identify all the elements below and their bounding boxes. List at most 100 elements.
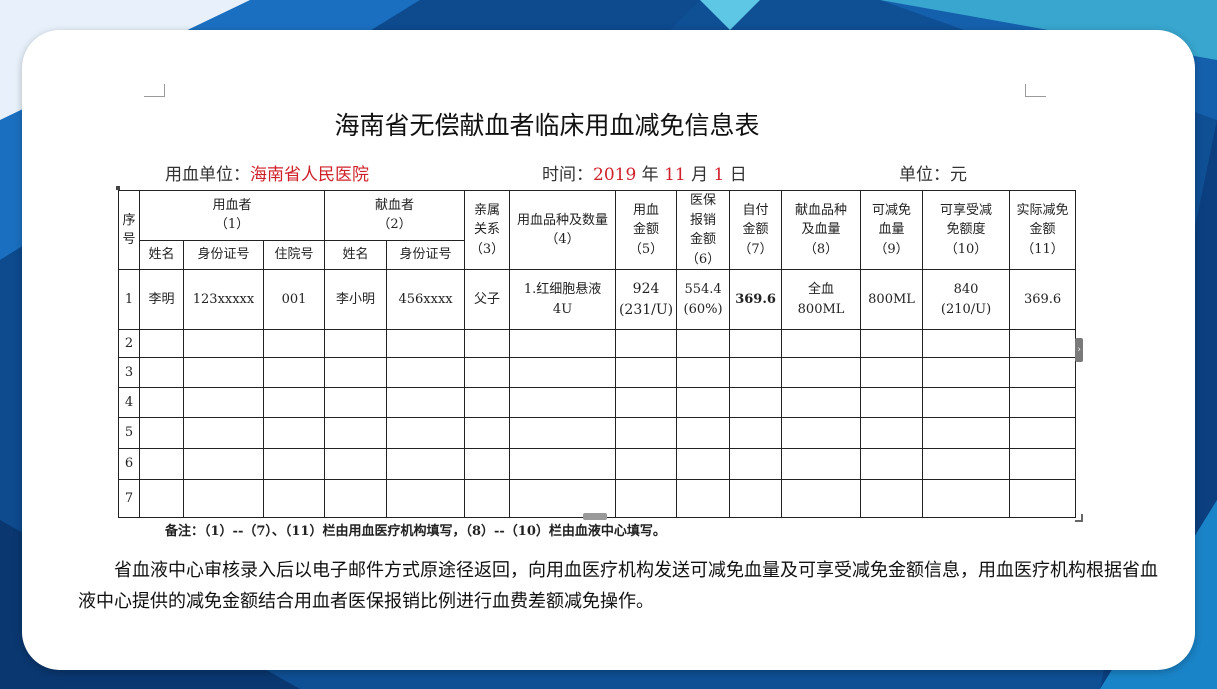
form-date: 时间：2019 年 11 月 1 日 <box>542 160 747 185</box>
year-suffix: 年 <box>636 165 665 185</box>
selfpay-amount: 369.6 <box>729 269 783 330</box>
row-seq: 3 <box>118 357 140 388</box>
header-selfpay: 自付金额 （7） <box>729 190 783 270</box>
header-donor-text: 献血者 <box>375 197 415 213</box>
table-row: 2 <box>118 329 1077 358</box>
header-reducible-no: （9） <box>874 241 909 257</box>
header-reducible: 可减免血量 （9） <box>860 190 924 270</box>
table-row: 5 <box>118 417 1077 449</box>
table-row: 1 李明 123xxxxx 001 李小明 456xxxx 父子 1.红细胞悬液… <box>118 269 1077 330</box>
month-suffix: 月 <box>685 165 714 185</box>
header-actual-no: （11） <box>1021 241 1064 257</box>
donated-blood-volume: 800ML <box>797 301 845 317</box>
header-reducible-text: 可减免血量 <box>872 202 912 238</box>
table-row: 6 <box>118 448 1077 480</box>
header-insurance: 医保报销金额 （6） <box>676 190 731 270</box>
header-actual: 实际减免金额 （11） <box>1009 190 1077 270</box>
currency-unit: 单位：元 <box>899 165 967 185</box>
day-suffix: 日 <box>724 165 747 185</box>
table-row: 7 <box>118 479 1077 518</box>
entitled-unit-price: (210/U) <box>940 301 992 317</box>
donor-id: 456xxxx <box>386 269 466 330</box>
blood-product-line1: 1.红细胞悬液 <box>523 282 602 297</box>
page-corner-mark <box>144 84 165 97</box>
header-recipient-text: 用血者 <box>212 197 252 213</box>
header-recipient: 用血者 （1） <box>138 190 326 241</box>
insurance-ratio: (60%) <box>683 301 723 317</box>
donated-blood-type: 全血 <box>808 282 835 297</box>
blood-product: 1.红细胞悬液 4U <box>509 269 617 330</box>
year: 2019 <box>593 165 637 185</box>
recipient-name: 李明 <box>139 269 184 330</box>
header-amount: 用血金额 （5） <box>615 190 678 270</box>
header-relation-text: 亲属关系 <box>474 202 501 238</box>
month: 11 <box>664 165 686 185</box>
donor-name: 李小明 <box>324 269 388 330</box>
table-row-resize-handle[interactable] <box>583 513 607 520</box>
header-recipient-id: 身份证号 <box>183 239 264 271</box>
row-seq: 4 <box>118 387 140 418</box>
row-seq: 2 <box>118 329 140 358</box>
description-paragraph: 省血液中心审核录入后以电子邮件方式原途径返回，向用血医疗机构发送可减免血量及可享… <box>78 560 1158 612</box>
day: 1 <box>713 165 725 185</box>
row-seq: 6 <box>118 448 140 480</box>
insurance-amount: 554.4 (60%) <box>676 269 731 330</box>
unit-label: 用血单位： <box>165 165 250 185</box>
header-relation-no: （3） <box>469 241 505 257</box>
header-recipient-no: （1） <box>214 217 250 233</box>
header-entitled-text: 可享受减免额度 <box>940 202 993 238</box>
table-column-resize-handle[interactable]: › <box>1075 338 1083 362</box>
header-recipient-name: 姓名 <box>139 239 184 271</box>
blood-amount-unit-price: (231/U) <box>618 301 674 318</box>
header-selfpay-no: （7） <box>738 241 773 257</box>
insurance-amount-value: 554.4 <box>684 282 722 297</box>
header-insurance-no: （6） <box>685 251 721 267</box>
header-donated: 献血品种及血量 （8） <box>781 190 862 270</box>
document-card: 海南省无偿献血者临床用血减免信息表 用血单位：海南省人民医院 时间：2019 年… <box>22 30 1195 670</box>
header-inpatient-no: 住院号 <box>262 239 326 271</box>
time-label: 时间： <box>542 165 593 185</box>
page-corner-mark <box>1025 84 1046 97</box>
unit-value: 海南省人民医院 <box>250 165 369 185</box>
header-insurance-text: 医保报销金额 <box>690 193 717 247</box>
inpatient-no: 001 <box>262 269 326 330</box>
row-seq: 7 <box>118 479 140 518</box>
header-amount-no: （5） <box>628 241 664 257</box>
header-selfpay-text: 自付金额 <box>742 202 769 238</box>
table-row: 3 <box>118 357 1077 388</box>
header-entitled-no: （10） <box>944 241 988 257</box>
header-amount-text: 用血金额 <box>633 202 660 238</box>
row-seq: 1 <box>118 269 140 330</box>
header-donor-no: （2） <box>377 217 412 233</box>
header-donated-text: 献血品种及血量 <box>795 202 848 238</box>
header-donated-no: （8） <box>803 241 839 257</box>
reducible-volume: 800ML <box>860 269 924 330</box>
header-product-text: 用血品种及数量 <box>517 212 609 228</box>
recipient-id: 123xxxxx <box>183 269 264 330</box>
hospital-unit: 用血单位：海南省人民医院 <box>165 160 369 185</box>
blood-reduction-table: 序号 用血者 （1） 献血者 （2） 亲属关系 （3） 用血品种及数量 （4） 用血金额… <box>118 190 1077 518</box>
blood-product-line2: 4U <box>552 301 573 317</box>
blood-amount-value: 924 <box>632 280 660 297</box>
header-actual-text: 实际减免金额 <box>1016 202 1069 238</box>
blood-amount: 924 (231/U) <box>615 269 678 330</box>
header-seq: 序号 <box>118 190 140 270</box>
header-product: 用血品种及数量 （4） <box>509 190 617 270</box>
document-title: 海南省无偿献血者临床用血减免信息表 <box>334 111 760 140</box>
header-relation: 亲属关系 （3） <box>464 190 511 270</box>
header-seq-text: 序号 <box>122 212 136 248</box>
donated-blood: 全血 800ML <box>781 269 862 330</box>
header-donor-name: 姓名 <box>324 239 388 271</box>
actual-reduction: 369.6 <box>1009 269 1077 330</box>
header-product-no: （4） <box>545 232 580 247</box>
header-donor: 献血者 （2） <box>324 190 466 241</box>
table-row: 4 <box>118 387 1077 418</box>
entitled-amount-value: 840 <box>953 282 979 297</box>
entitled-amount: 840 (210/U) <box>922 269 1011 330</box>
relation: 父子 <box>464 269 511 330</box>
table-resize-grip[interactable] <box>1075 514 1083 522</box>
header-entitled: 可享受减免额度 （10） <box>922 190 1011 270</box>
table-note: 备注：（1）--（7）、（11）栏由用血医疗机构填写，（8）--（10）栏由血液… <box>165 524 666 539</box>
row-seq: 5 <box>118 417 140 449</box>
header-donor-id: 身份证号 <box>386 239 466 271</box>
